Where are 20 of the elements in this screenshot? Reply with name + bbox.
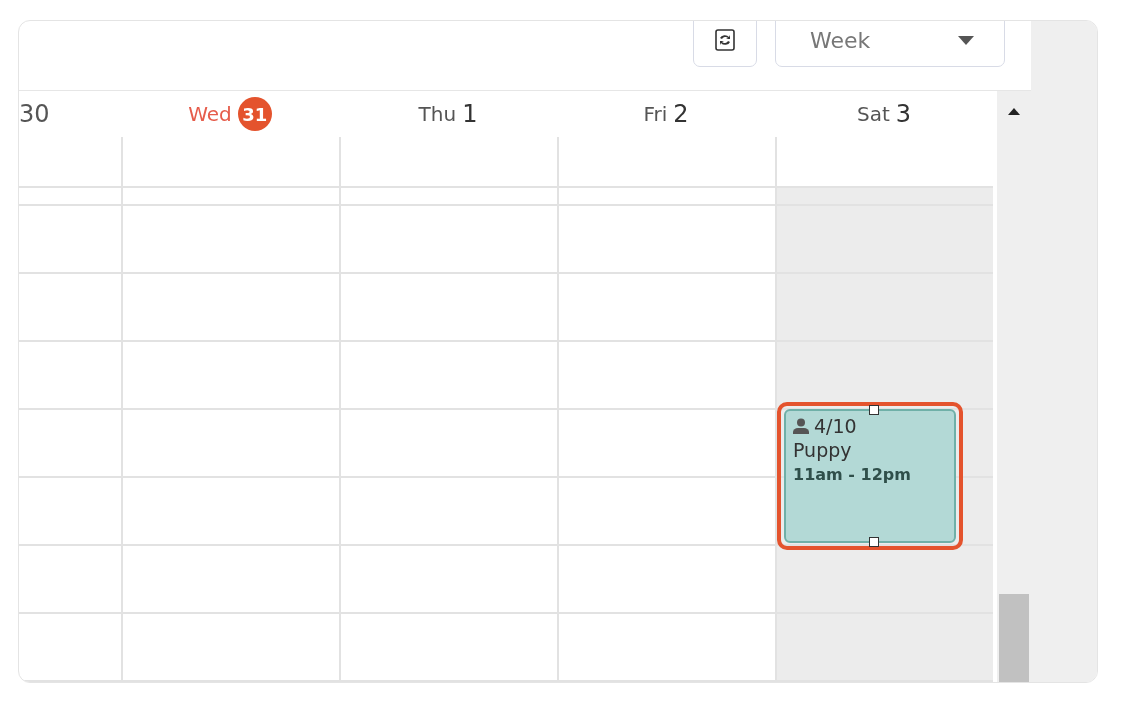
attendee-count: 4/10 [814,415,857,437]
event-card[interactable]: 4/10 Puppy 11am - 12pm [784,409,956,543]
scroll-up-icon[interactable] [1008,108,1020,115]
resize-handle[interactable] [869,537,879,547]
day-header[interactable]: 30 [19,91,121,137]
day-header[interactable]: Wed 31 [121,91,339,137]
event-title: Puppy [793,439,853,461]
day-header[interactable]: Fri 2 [557,91,775,137]
refresh-button[interactable] [693,21,757,67]
view-dropdown[interactable]: Week [775,21,1005,67]
day-header[interactable]: Sat 3 [775,91,993,137]
event-time: 11am - 12pm [793,465,912,484]
caret-icon [958,35,974,45]
person-icon [793,418,809,434]
scrollbar-thumb[interactable] [999,594,1029,682]
scrollbar[interactable] [997,91,1031,682]
day-header[interactable]: Thu 1 [339,91,557,137]
refresh-icon [715,29,735,51]
resize-handle[interactable] [869,405,879,415]
date-badge: 31 [237,97,272,131]
